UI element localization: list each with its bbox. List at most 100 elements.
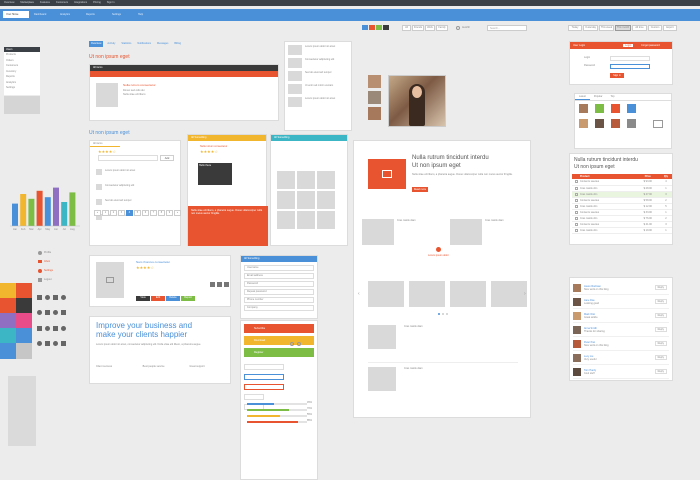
edit-button[interactable]: Edit <box>151 296 165 301</box>
range-tab[interactable]: Today <box>568 25 582 31</box>
subscribe-button[interactable]: Subscribe <box>244 324 314 333</box>
avatar[interactable] <box>573 283 581 292</box>
pagination-item[interactable]: 8 <box>158 210 165 216</box>
gallery-thumb[interactable] <box>297 191 315 209</box>
pagination-item[interactable]: 3 <box>118 210 125 216</box>
avatar[interactable] <box>595 104 604 113</box>
tab-reports[interactable]: Reports <box>83 11 107 18</box>
report-button[interactable]: Report <box>181 296 195 301</box>
download-icon[interactable] <box>210 282 215 287</box>
content-tab-active[interactable]: Overview <box>89 41 104 47</box>
reply-button[interactable]: Reply <box>654 313 667 318</box>
range-tab-active[interactable]: This month <box>615 25 631 31</box>
avatar[interactable] <box>573 353 581 362</box>
top-link[interactable]: Marketplace <box>20 1 34 5</box>
reply-button[interactable]: Reply <box>654 369 667 374</box>
gallery-thumb[interactable] <box>317 211 335 229</box>
login-tab[interactable]: Login <box>623 44 634 47</box>
tab-settings[interactable]: Settings <box>109 11 133 18</box>
forgot-tab[interactable]: Forgot password <box>641 44 660 47</box>
select-input[interactable] <box>244 374 284 380</box>
gallery-thumb[interactable] <box>317 171 335 189</box>
search-input[interactable]: Search... <box>487 25 527 31</box>
radio-button[interactable] <box>290 342 294 346</box>
login-pass-input[interactable] <box>610 64 650 69</box>
pagination-item[interactable]: 2 <box>110 210 117 216</box>
avatar[interactable] <box>627 104 636 113</box>
photo-thumb[interactable] <box>368 107 381 120</box>
avatar[interactable] <box>579 119 588 128</box>
form-field[interactable]: Password <box>244 281 314 287</box>
form-field[interactable]: Phone number <box>244 297 314 303</box>
avatar[interactable] <box>579 104 588 113</box>
avatar[interactable] <box>573 339 581 348</box>
carousel-slide[interactable] <box>409 281 445 307</box>
content-tab[interactable]: Billing <box>172 41 183 47</box>
pagination-item[interactable]: « <box>94 210 101 216</box>
review-input[interactable] <box>98 155 158 161</box>
avatar[interactable] <box>611 104 620 113</box>
pagination-item[interactable]: 5 <box>134 210 141 216</box>
avatar[interactable] <box>573 325 581 334</box>
share-icon[interactable] <box>217 282 222 287</box>
carousel-slide[interactable] <box>450 281 486 307</box>
radio-option[interactable] <box>456 26 460 30</box>
download-button[interactable]: Download <box>244 336 314 345</box>
carousel-dot[interactable] <box>446 313 448 315</box>
reviews-tab[interactable]: All items <box>90 141 120 147</box>
delete-icon[interactable] <box>224 282 229 287</box>
reply-button[interactable]: Reply <box>654 341 667 346</box>
reply-button[interactable]: Reply <box>654 327 667 332</box>
carousel-dot[interactable] <box>442 313 444 315</box>
carousel-prev[interactable]: ‹ <box>358 291 360 297</box>
content-tab[interactable]: Statistics <box>119 41 133 47</box>
social-tab[interactable]: Top <box>606 94 618 100</box>
avatar[interactable] <box>611 119 620 128</box>
pagination-item[interactable]: 9 <box>166 210 173 216</box>
filter-button[interactable]: Friends <box>412 25 424 31</box>
filter-button[interactable]: All <box>402 25 411 31</box>
reply-button[interactable]: Reply <box>654 299 667 304</box>
avatar[interactable] <box>573 297 581 306</box>
gallery-thumb[interactable] <box>277 171 295 189</box>
row-checkbox[interactable] <box>572 227 580 233</box>
top-link[interactable]: Sign In <box>107 1 115 5</box>
tab-help[interactable]: Help <box>135 11 159 18</box>
photo-thumb[interactable] <box>368 91 381 104</box>
top-link[interactable]: Overview <box>4 1 14 5</box>
social-tab[interactable]: Popular <box>590 94 607 100</box>
avatar[interactable] <box>573 311 581 320</box>
login-user-input[interactable] <box>610 56 650 61</box>
add-button[interactable]: Add <box>160 155 174 161</box>
form-field[interactable]: Repeat password <box>244 289 314 295</box>
content-tab[interactable]: Activity <box>105 41 117 47</box>
carousel-dot[interactable] <box>438 313 440 315</box>
social-tab-active[interactable]: Latest <box>575 94 590 100</box>
gallery-thumb[interactable] <box>297 211 315 229</box>
range-tab[interactable]: This week <box>599 25 614 31</box>
top-link[interactable]: Integrations <box>74 1 87 5</box>
range-tab[interactable]: All time <box>632 25 647 31</box>
gallery-thumb[interactable] <box>277 211 295 229</box>
carousel-slide[interactable] <box>368 281 404 307</box>
range-tab[interactable]: Export <box>663 25 677 31</box>
radio-button[interactable] <box>297 342 301 346</box>
tab-home[interactable]: Your Home <box>3 11 29 18</box>
top-link[interactable]: Pricing <box>93 1 101 5</box>
gallery-thumb[interactable] <box>297 171 315 189</box>
swatch-button[interactable] <box>376 25 382 30</box>
select-input[interactable] <box>244 384 284 390</box>
content-tab[interactable]: Messages <box>155 41 170 47</box>
top-link[interactable]: Features <box>40 1 50 5</box>
register-button[interactable]: Register <box>244 348 314 357</box>
reply-button[interactable]: Reply <box>654 355 667 360</box>
tab-analytics[interactable]: Analytics <box>57 11 81 18</box>
read-more-button[interactable]: Read more <box>412 187 428 192</box>
table-row[interactable]: Cras mattis dim $ 19.00 1 <box>572 227 672 233</box>
view-button[interactable]: View <box>136 296 150 301</box>
delete-button[interactable]: Delete <box>166 296 180 301</box>
swatch-button[interactable] <box>362 25 368 30</box>
range-tab[interactable]: Custom <box>648 25 662 31</box>
top-link[interactable]: Customers <box>56 1 68 5</box>
photo-thumb[interactable] <box>368 75 381 88</box>
